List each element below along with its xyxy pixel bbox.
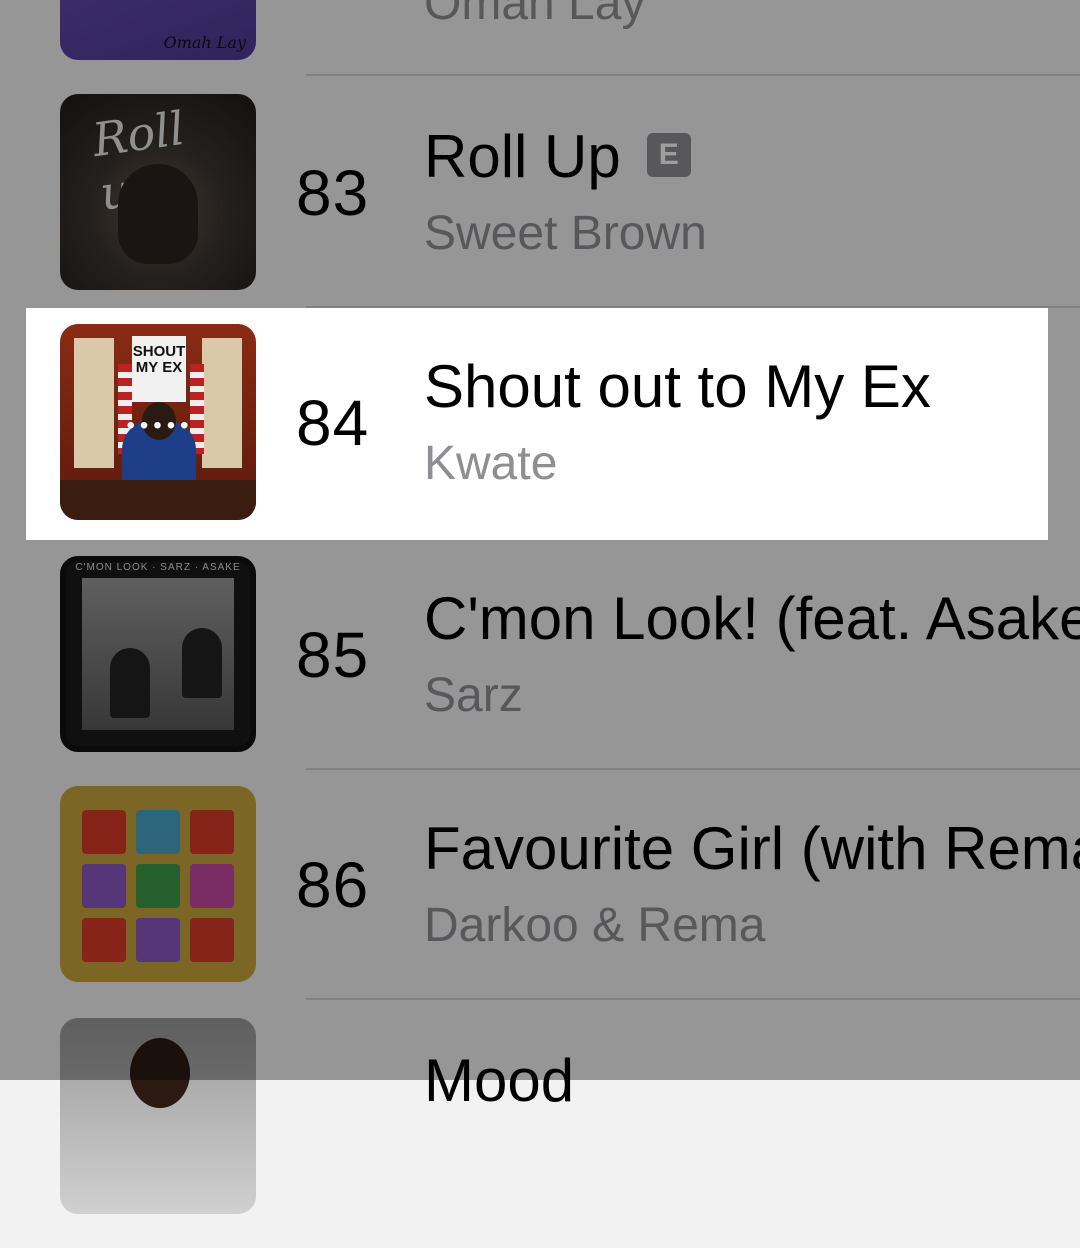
row-separator bbox=[306, 998, 1080, 1000]
song-artist: Darkoo & Rema bbox=[424, 899, 766, 952]
row-separator bbox=[306, 74, 1080, 76]
artwork-tile bbox=[82, 864, 126, 908]
song-title: C'mon Look! (feat. Asake) bbox=[424, 585, 1080, 652]
artwork-tile bbox=[190, 918, 234, 962]
artwork-tile bbox=[136, 864, 180, 908]
artwork-band-text: C'MON LOOK · SARZ · ASAKE bbox=[75, 562, 241, 573]
explicit-badge: E bbox=[646, 133, 691, 178]
album-artwork: SHOUT MY EX ••••• bbox=[60, 324, 256, 520]
artwork-tile bbox=[82, 918, 126, 962]
song-title: Favourite Girl (with Rema) bbox=[424, 815, 1080, 882]
artwork-window bbox=[202, 338, 242, 468]
chart-rank: 83 bbox=[296, 157, 370, 229]
album-artwork bbox=[60, 786, 256, 982]
chart-rank: 86 bbox=[296, 849, 370, 921]
chart-rank: 85 bbox=[296, 619, 370, 691]
song-row-85[interactable]: C'MON LOOK · SARZ · ASAKE 85 C'mon Look!… bbox=[0, 556, 1080, 786]
artwork-scene bbox=[82, 578, 234, 730]
song-title: Shout out to My Ex bbox=[424, 353, 931, 420]
artwork-poster: SHOUT MY EX bbox=[132, 336, 186, 402]
song-artist: Sarz bbox=[424, 669, 523, 722]
artwork-figure bbox=[110, 648, 150, 718]
album-artwork bbox=[60, 1018, 256, 1214]
highlighted-row: SHOUT MY EX ••••• 84 Shout out to My Ex … bbox=[26, 308, 1048, 540]
artwork-figure bbox=[118, 164, 198, 264]
album-artwork: Roll up bbox=[60, 94, 256, 290]
artwork-tile bbox=[190, 810, 234, 854]
chart-rank: 84 bbox=[296, 387, 370, 459]
row-separator bbox=[306, 768, 1080, 770]
artwork-figure bbox=[182, 628, 222, 698]
song-row-84[interactable]: SHOUT MY EX ••••• 84 Shout out to My Ex … bbox=[0, 324, 1080, 554]
song-title: Roll Up bbox=[424, 123, 621, 190]
song-row-86[interactable]: 86 Favourite Girl (with Rema) Darkoo & R… bbox=[0, 786, 1080, 1016]
artwork-figure bbox=[130, 1038, 190, 1108]
artwork-tile bbox=[136, 918, 180, 962]
artwork-tile bbox=[82, 810, 126, 854]
song-artist: Omah Lay bbox=[424, 0, 646, 30]
song-title-line: Roll Up E bbox=[424, 122, 691, 191]
song-title: Mood bbox=[424, 1047, 575, 1114]
song-row[interactable]: Mood bbox=[0, 1018, 1080, 1248]
artwork-desk bbox=[60, 480, 256, 520]
album-artwork: C'MON LOOK · SARZ · ASAKE bbox=[60, 556, 256, 752]
artwork-signature: Omah Lay bbox=[163, 33, 246, 52]
album-artwork: Omah Lay bbox=[60, 0, 256, 60]
artwork-tile bbox=[136, 810, 180, 854]
song-row[interactable]: Omah Lay Omah Lay bbox=[0, 0, 1080, 94]
song-artist: Sweet Brown bbox=[424, 207, 707, 260]
artwork-tile bbox=[190, 864, 234, 908]
song-artist: Kwate bbox=[424, 437, 558, 490]
artwork-censor-dots: ••••• bbox=[126, 412, 194, 439]
song-row-83[interactable]: Roll up 83 Roll Up E Sweet Brown bbox=[0, 94, 1080, 324]
artwork-window bbox=[74, 338, 114, 468]
